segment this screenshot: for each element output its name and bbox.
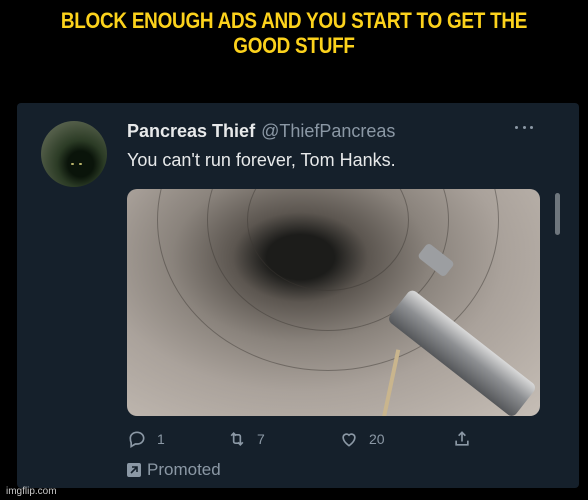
tweet-media-image[interactable] [127, 189, 540, 416]
more-dots-icon[interactable] [515, 123, 533, 131]
like-icon [339, 429, 359, 449]
tweet-text: You can't run forever, Tom Hanks. [127, 150, 396, 170]
promoted-label[interactable]: Promoted [127, 460, 221, 480]
meme-caption: BLOCK ENOUGH ADS AND YOU START TO GET TH… [41, 8, 547, 58]
user-handle[interactable]: @ThiefPancreas [261, 121, 395, 142]
reply-icon [127, 429, 147, 449]
promoted-text: Promoted [147, 460, 221, 479]
retweet-icon [227, 429, 247, 449]
reply-button[interactable]: 1 [127, 429, 165, 449]
tweet-author[interactable]: Pancreas Thief @ThiefPancreas [127, 121, 395, 143]
tweet-actions: 1 7 20 [127, 429, 487, 453]
retweet-button[interactable]: 7 [227, 429, 265, 449]
caption-line-2: GOOD STUFF [233, 33, 355, 58]
scrollbar[interactable] [555, 193, 560, 235]
like-button[interactable]: 20 [339, 429, 385, 449]
display-name[interactable]: Pancreas Thief [127, 121, 255, 142]
avatar[interactable] [41, 121, 107, 187]
reply-count: 1 [157, 431, 165, 447]
retweet-count: 7 [257, 431, 265, 447]
tweet-card[interactable]: Pancreas Thief @ThiefPancreas You can't … [17, 103, 579, 488]
caption-line-1: BLOCK ENOUGH ADS AND YOU START TO GET TH… [60, 8, 528, 33]
share-button[interactable] [452, 429, 472, 449]
share-icon [452, 429, 472, 449]
like-count: 20 [369, 431, 385, 447]
promoted-icon [127, 463, 141, 477]
imgflip-watermark: imgflip.com [6, 486, 57, 497]
